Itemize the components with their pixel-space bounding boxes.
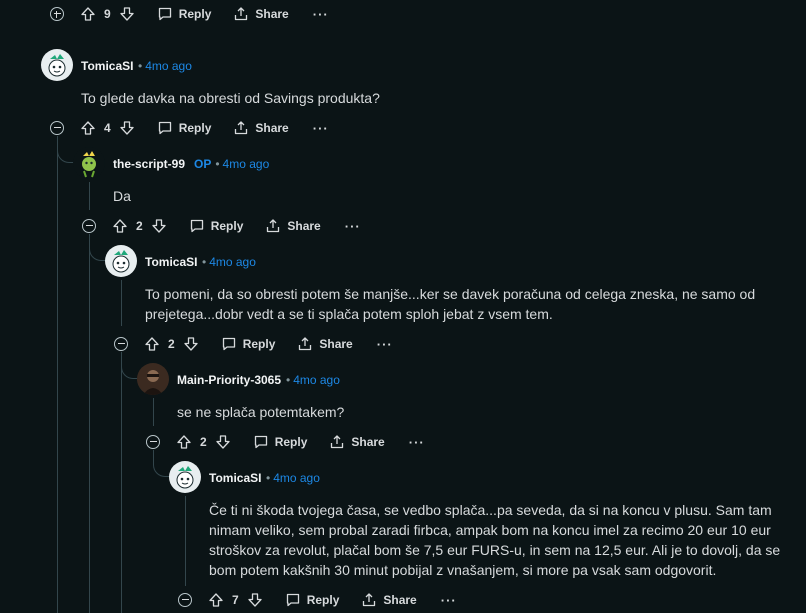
reply-button[interactable]: Reply xyxy=(285,592,339,608)
comment-author[interactable]: TomicaSI xyxy=(81,59,133,73)
upvote-button[interactable] xyxy=(80,6,96,22)
comment-actions: 4 Reply Share ··· xyxy=(50,116,329,140)
avatar[interactable] xyxy=(169,461,201,493)
share-button[interactable]: Share xyxy=(265,218,321,234)
downvote-button[interactable] xyxy=(183,336,199,352)
comment-actions: 9 Reply Share ··· xyxy=(50,2,329,26)
avatar[interactable] xyxy=(137,363,169,395)
comment-meta: • 4mo ago xyxy=(286,373,340,387)
thread-line xyxy=(89,182,90,210)
timestamp[interactable]: 4mo ago xyxy=(223,157,270,171)
collapse-icon[interactable] xyxy=(146,435,160,449)
share-icon xyxy=(235,7,248,21)
upvote-button[interactable] xyxy=(144,336,160,352)
upvote-button[interactable] xyxy=(80,120,96,136)
avatar[interactable] xyxy=(105,245,137,277)
comment-author[interactable]: Main-Priority-3065 xyxy=(177,373,281,387)
upvote-button[interactable] xyxy=(208,592,224,608)
reply-button[interactable]: Reply xyxy=(157,6,211,22)
more-options-button[interactable]: ··· xyxy=(313,7,329,22)
comment-meta: • 4mo ago xyxy=(138,59,192,73)
reply-button[interactable]: Reply xyxy=(221,336,275,352)
comment-meta: • 4mo ago xyxy=(266,471,320,485)
comment-meta: • 4mo ago xyxy=(202,255,256,269)
comment-body: To glede davka na obresti od Savings pro… xyxy=(81,90,380,106)
share-button[interactable]: Share xyxy=(233,6,289,22)
comment-icon xyxy=(158,121,171,135)
comment-actions: 2 Reply Share ··· xyxy=(114,332,393,356)
share-icon xyxy=(363,593,376,607)
collapse-icon[interactable] xyxy=(114,337,128,351)
thread-line xyxy=(89,234,90,613)
expand-icon[interactable] xyxy=(50,7,64,21)
upvote-button[interactable] xyxy=(112,218,128,234)
vote-count: 2 xyxy=(200,435,207,449)
share-button[interactable]: Share xyxy=(297,336,353,352)
share-button[interactable]: Share xyxy=(361,592,417,608)
comment-actions: 2 Reply Share ··· xyxy=(82,214,361,238)
comment-author[interactable]: TomicaSI xyxy=(145,255,197,269)
comment-body: Da xyxy=(113,188,131,204)
comment-icon xyxy=(190,219,203,233)
reply-button[interactable]: Reply xyxy=(189,218,243,234)
avatar[interactable] xyxy=(41,49,73,81)
more-options-button[interactable]: ··· xyxy=(441,593,457,608)
comment-actions: 2 Reply Share ··· xyxy=(146,430,425,454)
thread-line xyxy=(153,398,154,426)
downvote-button[interactable] xyxy=(215,434,231,450)
timestamp[interactable]: 4mo ago xyxy=(273,471,320,485)
more-options-button[interactable]: ··· xyxy=(345,219,361,234)
share-button[interactable]: Share xyxy=(233,120,289,136)
share-icon xyxy=(299,337,312,351)
more-options-button[interactable]: ··· xyxy=(409,435,425,450)
thread-line xyxy=(121,280,122,326)
comment-author[interactable]: the-script-99 xyxy=(113,157,185,171)
collapse-icon[interactable] xyxy=(178,593,192,607)
downvote-button[interactable] xyxy=(247,592,263,608)
comment-icon xyxy=(222,337,235,351)
thread-line xyxy=(185,496,186,586)
avatar[interactable] xyxy=(73,147,105,179)
timestamp[interactable]: 4mo ago xyxy=(209,255,256,269)
thread-line xyxy=(121,352,122,613)
vote-count: 9 xyxy=(104,7,111,21)
reply-button[interactable]: Reply xyxy=(157,120,211,136)
thread-line xyxy=(57,136,58,613)
downvote-button[interactable] xyxy=(119,120,135,136)
share-icon xyxy=(331,435,344,449)
share-icon xyxy=(235,121,248,135)
downvote-button[interactable] xyxy=(119,6,135,22)
timestamp[interactable]: 4mo ago xyxy=(145,59,192,73)
comment-icon xyxy=(286,593,299,607)
comment-body: Če ti ni škoda tvojega časa, se vedbo sp… xyxy=(209,502,781,578)
vote-count: 7 xyxy=(232,593,239,607)
downvote-button[interactable] xyxy=(151,218,167,234)
comment-meta: OP • 4mo ago xyxy=(194,157,270,171)
vote-count: 2 xyxy=(168,337,175,351)
comment-icon xyxy=(158,7,171,21)
vote-count: 2 xyxy=(136,219,143,233)
reply-button[interactable]: Reply xyxy=(253,434,307,450)
timestamp[interactable]: 4mo ago xyxy=(293,373,340,387)
comment-body: To pomeni, da so obresti potem še manjše… xyxy=(145,286,756,322)
comment-body: se ne splača potemtakem? xyxy=(177,404,345,420)
collapse-icon[interactable] xyxy=(50,121,64,135)
op-badge: OP xyxy=(194,157,212,171)
comment-author[interactable]: TomicaSI xyxy=(209,471,261,485)
comment-actions: 7 Reply Share ··· xyxy=(178,588,457,612)
share-button[interactable]: Share xyxy=(329,434,385,450)
upvote-button[interactable] xyxy=(176,434,192,450)
collapse-icon[interactable] xyxy=(82,219,96,233)
vote-count: 4 xyxy=(104,121,111,135)
share-icon xyxy=(267,219,280,233)
more-options-button[interactable]: ··· xyxy=(313,121,329,136)
comment-icon xyxy=(254,435,267,449)
more-options-button[interactable]: ··· xyxy=(377,337,393,352)
